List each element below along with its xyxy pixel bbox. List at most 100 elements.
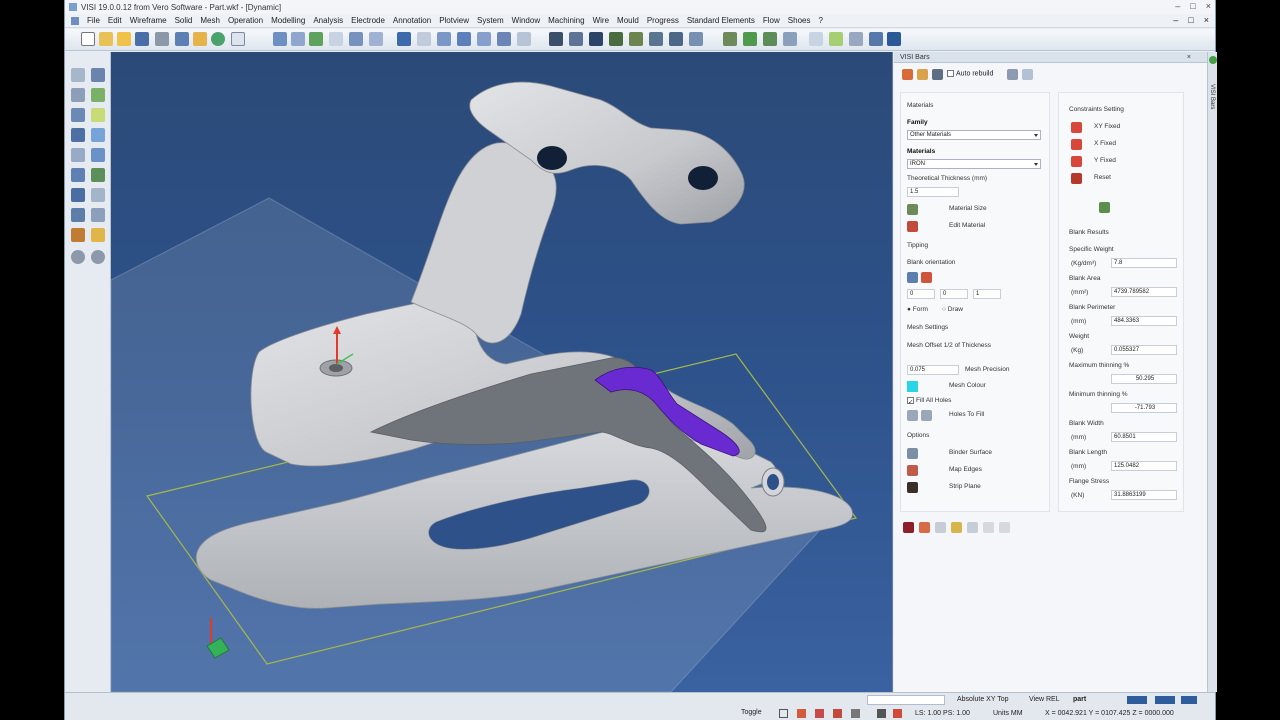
- map-edges-button[interactable]: Map Edges: [949, 466, 982, 473]
- doc-close-button[interactable]: ×: [1204, 15, 1209, 25]
- strip-plane-button[interactable]: Strip Plane: [949, 483, 981, 490]
- rotate-icon[interactable]: [497, 32, 511, 46]
- maximize-button[interactable]: □: [1190, 1, 1195, 11]
- preview-icon[interactable]: [983, 522, 994, 533]
- menu-file[interactable]: File: [87, 16, 100, 25]
- part-label[interactable]: part: [1073, 696, 1086, 703]
- side-tab-pin-icon[interactable]: [1209, 56, 1217, 64]
- menu-operation[interactable]: Operation: [228, 16, 263, 25]
- analysis-icon[interactable]: [609, 32, 623, 46]
- fill-all-holes-checkbox[interactable]: ✓ Fill All Holes: [907, 397, 951, 406]
- menu-wire[interactable]: Wire: [593, 16, 609, 25]
- x-fixed-icon[interactable]: [1071, 139, 1082, 150]
- status-icon-2[interactable]: [797, 709, 806, 718]
- side-tab-visi-bars[interactable]: VISI Bars: [1209, 84, 1215, 109]
- colour-icon[interactable]: [743, 32, 757, 46]
- status-icon-1[interactable]: [779, 709, 788, 718]
- view-side-icon[interactable]: [329, 32, 343, 46]
- box-select-icon[interactable]: [71, 88, 85, 102]
- copy-icon[interactable]: [71, 228, 85, 242]
- grid-icon[interactable]: [231, 32, 245, 46]
- print-icon[interactable]: [155, 32, 169, 46]
- shaded-icon[interactable]: [549, 32, 563, 46]
- section-icon[interactable]: [589, 32, 603, 46]
- binder-surface-button[interactable]: Binder Surface: [949, 449, 992, 456]
- attribute-icon[interactable]: [763, 32, 777, 46]
- panel-close-button[interactable]: ×: [1187, 52, 1191, 63]
- export-icon[interactable]: [935, 522, 946, 533]
- view-left-icon[interactable]: [369, 32, 383, 46]
- family-select[interactable]: Other Materials: [907, 130, 1041, 140]
- mirror-icon[interactable]: [91, 168, 105, 182]
- material-size-button[interactable]: Material Size: [949, 205, 987, 212]
- pan-icon[interactable]: [477, 32, 491, 46]
- line-icon[interactable]: [71, 128, 85, 142]
- menu-mesh[interactable]: Mesh: [200, 16, 220, 25]
- globe-icon[interactable]: [211, 32, 225, 46]
- delete-icon[interactable]: [849, 32, 863, 46]
- mesh-precision-input[interactable]: 0.075: [907, 365, 959, 375]
- toggle-button[interactable]: Toggle: [741, 709, 762, 716]
- status-icon-7[interactable]: [893, 709, 902, 718]
- thickness-icon[interactable]: [669, 32, 683, 46]
- close-button[interactable]: ×: [1206, 1, 1211, 11]
- reset-button[interactable]: Reset: [1094, 174, 1111, 181]
- search-icon[interactable]: [1022, 68, 1034, 80]
- doc-minimize-button[interactable]: –: [1173, 15, 1178, 25]
- menu-system[interactable]: System: [477, 16, 504, 25]
- extend-icon[interactable]: [91, 108, 105, 122]
- edit-curve-icon[interactable]: [91, 88, 105, 102]
- exit-icon[interactable]: [903, 522, 914, 533]
- rectangle-icon[interactable]: [91, 188, 105, 202]
- view-bottom-icon[interactable]: [417, 32, 431, 46]
- y-fixed-icon[interactable]: [1071, 156, 1082, 167]
- holes-icon-2[interactable]: [921, 410, 932, 421]
- layer-icon[interactable]: [175, 32, 189, 46]
- thickness-input[interactable]: 1.5: [907, 187, 959, 197]
- bookmark-icon[interactable]: [919, 522, 930, 533]
- curvature-icon[interactable]: [629, 32, 643, 46]
- status-icon-5[interactable]: [851, 709, 860, 718]
- orientation-z-input[interactable]: 1: [973, 289, 1001, 299]
- x-fixed-button[interactable]: X Fixed: [1094, 140, 1116, 147]
- point-icon[interactable]: [71, 188, 85, 202]
- doc-restore-button[interactable]: □: [1188, 15, 1193, 25]
- 3d-viewport[interactable]: [111, 52, 893, 692]
- shield-icon[interactable]: [887, 32, 901, 46]
- open-file-icon[interactable]: [99, 32, 113, 46]
- menu-mould[interactable]: Mould: [617, 16, 639, 25]
- form-radio[interactable]: ● Form: [907, 306, 928, 313]
- menu-electrode[interactable]: Electrode: [351, 16, 385, 25]
- tag-icon[interactable]: [951, 522, 962, 533]
- menu-plotview[interactable]: Plotview: [439, 16, 469, 25]
- edit-material-button[interactable]: Edit Material: [949, 222, 985, 229]
- trim-icon[interactable]: [91, 68, 105, 82]
- render-icon[interactable]: [569, 32, 583, 46]
- menu-modelling[interactable]: Modelling: [271, 16, 305, 25]
- menu-edit[interactable]: Edit: [108, 16, 122, 25]
- chamfer-icon[interactable]: [71, 168, 85, 182]
- binder-surface-icon[interactable]: [907, 448, 918, 459]
- view-right-icon[interactable]: [397, 32, 411, 46]
- menu-annotation[interactable]: Annotation: [393, 16, 431, 25]
- arrow-right-icon[interactable]: [91, 250, 105, 264]
- menu-analysis[interactable]: Analysis: [313, 16, 343, 25]
- orientation-y-input[interactable]: 0: [940, 289, 968, 299]
- undo-icon[interactable]: [902, 68, 913, 80]
- auto-rebuild-checkbox[interactable]: Auto rebuild: [947, 70, 993, 78]
- wireframe-icon[interactable]: [517, 32, 531, 46]
- view-rel-button[interactable]: View REL: [1029, 696, 1060, 703]
- split-icon[interactable]: [71, 108, 85, 122]
- status-block-2[interactable]: [1155, 696, 1175, 704]
- command-input[interactable]: [867, 695, 945, 705]
- new-file-icon[interactable]: [81, 32, 95, 46]
- reset-icon[interactable]: [1071, 173, 1082, 184]
- xy-fixed-icon[interactable]: [1071, 122, 1082, 133]
- save-icon[interactable]: [135, 32, 149, 46]
- menu-flow[interactable]: Flow: [763, 16, 780, 25]
- status-block-3[interactable]: [1181, 696, 1197, 704]
- compute-icon[interactable]: [1099, 202, 1110, 213]
- text-icon[interactable]: [71, 208, 85, 222]
- orientation-icon-2[interactable]: [921, 272, 932, 283]
- edit-material-icon[interactable]: [907, 221, 918, 232]
